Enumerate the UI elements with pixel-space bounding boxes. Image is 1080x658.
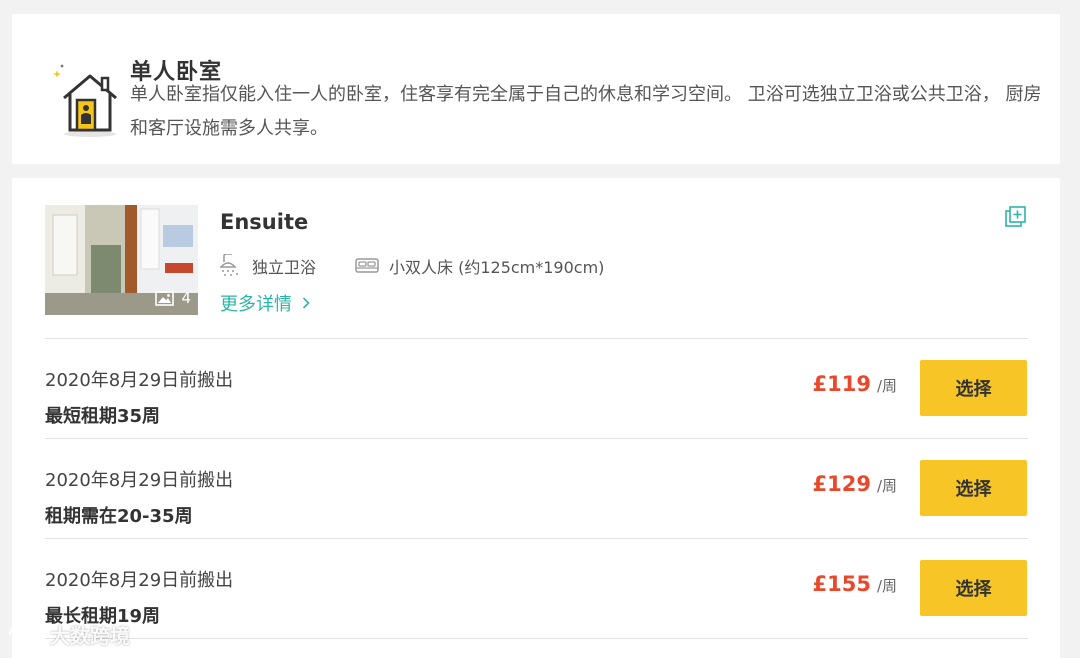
chevron-right-icon (302, 297, 310, 309)
weekly-price: £129 /周 (812, 472, 897, 496)
room-photo-thumbnail[interactable]: 4 (45, 205, 198, 315)
feature-bathroom: 独立卫浴 (220, 254, 316, 278)
price-amount: £119 (812, 372, 871, 396)
lease-term: 租期需在20-35周 (45, 506, 193, 527)
feature-bathroom-label: 独立卫浴 (252, 258, 317, 277)
watermark-logo-icon (9, 625, 44, 643)
watermark-text: 大数跨境 (50, 624, 130, 648)
rental-option-row: 2020年8月29日前搬出 最长租期19周 £155 /周 选择 (12, 538, 1060, 638)
rental-option-row: 2020年8月29日前搬出 最短租期35周 £119 /周 选择 (12, 338, 1060, 438)
price-amount: £129 (812, 472, 871, 496)
lease-term: 最短租期35周 (45, 406, 161, 427)
room-name: Ensuite (220, 210, 309, 234)
photo-count-label: 4 (181, 289, 191, 307)
feature-bed: 小双人床 (约125cm*190cm) (355, 254, 604, 278)
price-amount: £155 (812, 572, 871, 596)
weekly-price: £155 /周 (812, 572, 897, 596)
divider (45, 638, 1028, 639)
photo-count: 4 (155, 289, 191, 307)
move-out-date: 2020年8月29日前搬出 (45, 470, 234, 491)
price-unit: /周 (876, 577, 897, 595)
rental-option-row: 2020年8月29日前搬出 租期需在20-35周 £129 /周 选择 (12, 438, 1060, 538)
room-type-description: 单人卧室指仅能入住一人的卧室，住客享有完全属于自己的休息和学习空间。 卫浴可选独… (130, 84, 1042, 139)
price-unit: /周 (876, 477, 897, 495)
add-to-compare-icon[interactable] (1004, 205, 1028, 229)
more-details-link[interactable]: 更多详情 (220, 290, 310, 316)
select-button[interactable]: 选择 (920, 460, 1027, 516)
move-out-date: 2020年8月29日前搬出 (45, 570, 234, 591)
price-unit: /周 (876, 377, 897, 395)
move-out-date: 2020年8月29日前搬出 (45, 370, 234, 391)
select-button[interactable]: 选择 (920, 560, 1027, 616)
more-details-label: 更多详情 (220, 294, 292, 315)
shower-icon (220, 254, 238, 276)
bed-icon (355, 258, 379, 273)
watermark: 大数跨境 (8, 620, 130, 649)
select-button[interactable]: 选择 (920, 360, 1027, 416)
room-option-card: 4 Ensuite 独立卫浴 小双人床 (约125cm*190cm) 更多详情 (12, 178, 1060, 658)
room-type-intro-card: 单人卧室 单人卧室指仅能入住一人的卧室，住客享有完全属于自己的休息和学习空间。 … (12, 14, 1060, 164)
feature-bed-label: 小双人床 (约125cm*190cm) (389, 258, 605, 277)
gallery-icon (155, 291, 175, 306)
weekly-price: £119 /周 (812, 372, 897, 396)
house-with-person-icon (53, 64, 117, 137)
